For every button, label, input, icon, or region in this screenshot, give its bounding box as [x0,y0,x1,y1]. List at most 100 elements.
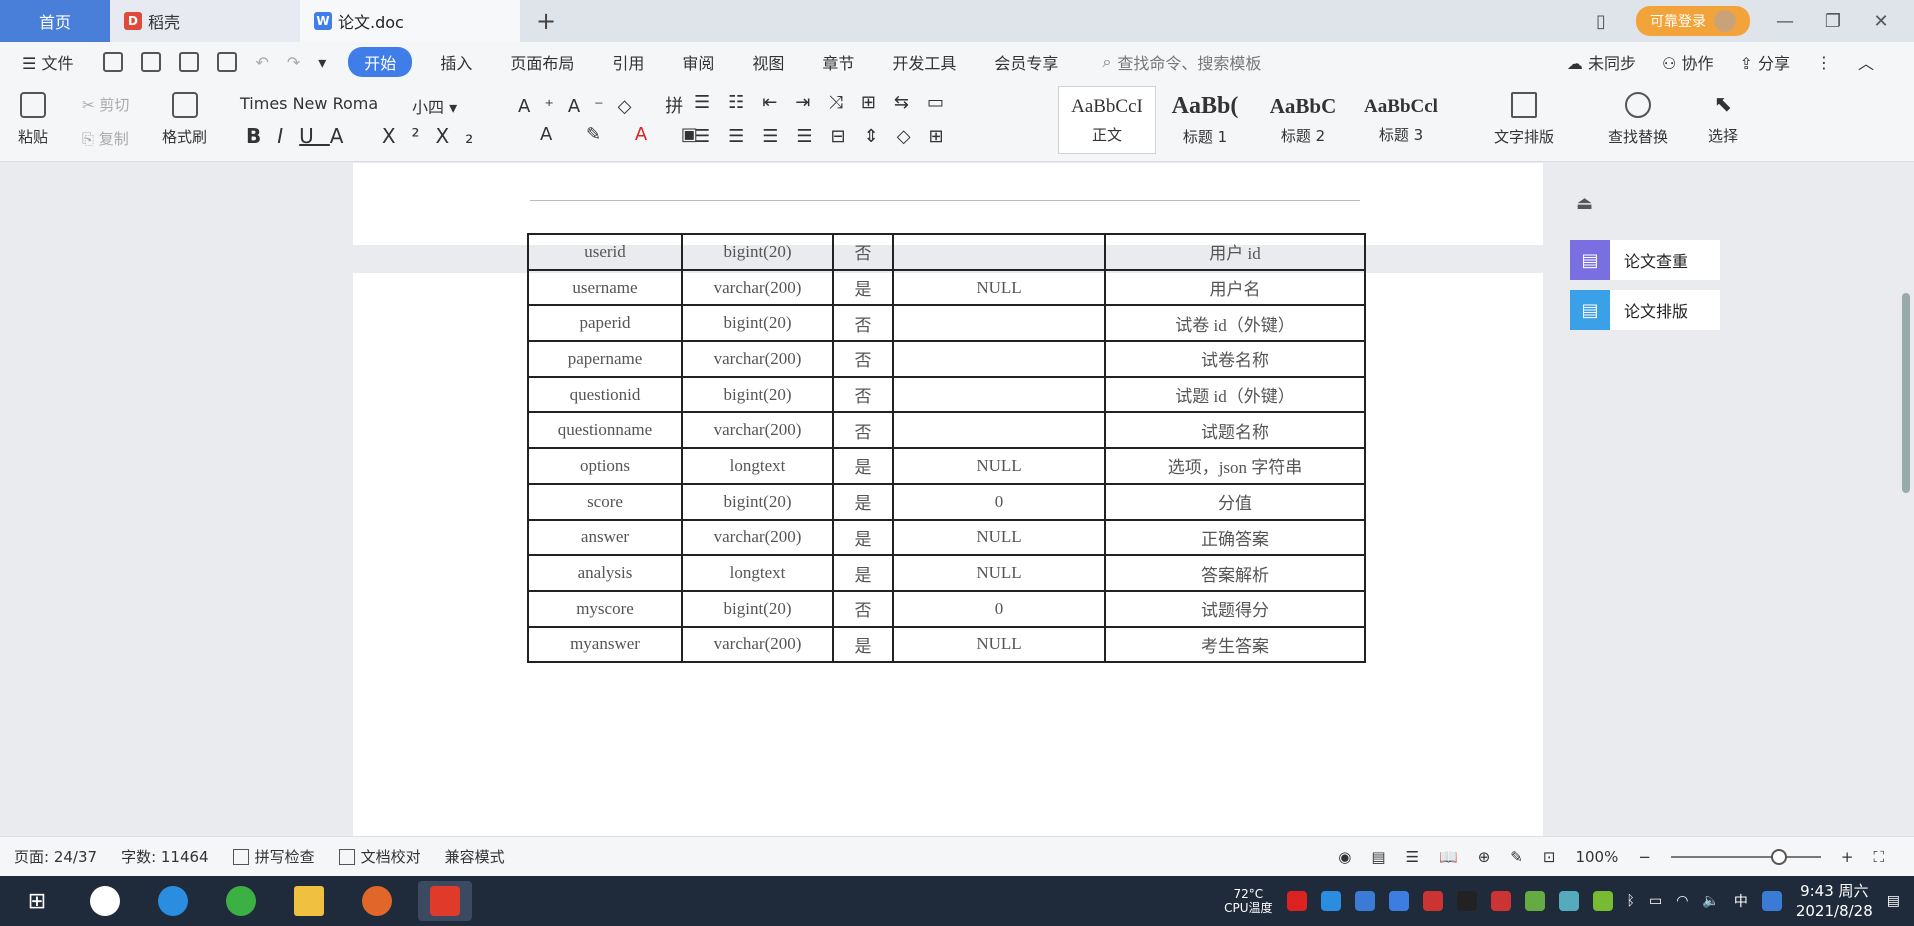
tray-app-icon[interactable] [1558,891,1579,911]
qq-icon[interactable] [1422,891,1443,911]
table-cell[interactable]: 否 [832,411,894,450]
table-cell[interactable]: 否 [832,233,894,271]
table-cell[interactable]: 是 [832,518,894,557]
fullscreen-icon[interactable]: ⛶ [1873,848,1884,866]
taskbar-wps[interactable] [418,881,472,921]
thesis-layout-button[interactable]: ▤ 论文排版 [1570,290,1720,330]
style-heading-2[interactable]: AaBbC 标题 2 [1254,86,1352,154]
font-name-select[interactable]: Times New Roma [240,94,378,113]
table-cell[interactable]: bigint(20) [681,375,834,414]
tray-app-icon[interactable] [1320,891,1341,911]
table-cell[interactable]: papername [527,340,683,378]
zoom-out-icon[interactable]: − [1638,848,1651,866]
table-cell[interactable]: questionname [527,411,683,450]
table-cell[interactable]: 答案解析 [1104,554,1366,592]
list-tools[interactable]: ☰☷⇤⇥⤨⊞⇆▭ [694,92,962,113]
ime-indicator[interactable]: 中 [1734,891,1748,911]
table-cell[interactable]: answer [527,518,683,557]
wifi-icon[interactable]: ◠ [1676,893,1688,909]
share-button[interactable]: ⇪ 分享 [1739,50,1790,74]
save-icon[interactable] [103,52,124,72]
thesis-check-button[interactable]: ▤ 论文查重 [1570,240,1720,280]
eye-icon[interactable]: ◉ [1338,848,1351,866]
taskbar-app-2[interactable] [214,881,268,921]
table-cell[interactable]: varchar(200) [681,268,834,307]
table-cell[interactable]: 选项，json 字符串 [1104,447,1366,485]
table-cell[interactable]: bigint(20) [681,482,834,521]
table-cell[interactable]: 否 [832,375,894,414]
print-icon[interactable] [179,52,200,72]
zoom-knob[interactable] [1770,849,1787,865]
table-cell[interactable]: 试题 id（外键） [1104,375,1366,414]
new-tab-icon[interactable]: + [536,7,556,35]
tab-home[interactable]: 首页 [0,0,110,42]
table-cell[interactable]: 考生答案 [1104,625,1366,664]
nvidia-icon[interactable] [1592,891,1613,911]
tray-app-icon[interactable] [1524,891,1545,911]
table-cell[interactable]: 是 [832,625,894,664]
table-cell[interactable]: myanswer [527,625,683,664]
word-count[interactable]: 字数: 11464 [121,846,209,867]
table-cell[interactable]: varchar(200) [681,340,834,378]
table-cell[interactable]: 试卷 id（外键） [1104,304,1366,343]
table-cell[interactable]: varchar(200) [681,411,834,450]
vertical-scrollbar[interactable] [1902,293,1910,493]
table-cell[interactable]: 否 [832,589,894,628]
sync-status[interactable]: ☁ 未同步 [1567,50,1636,74]
table-cell[interactable]: 试题名称 [1104,411,1366,450]
more-icon[interactable]: ⋮ [1816,53,1832,72]
field-table[interactable]: userid bigint(20) 否用户 id username varchar(20… [527,233,1366,664]
taskbar-explorer[interactable] [282,881,336,921]
menu-start[interactable]: 开始 [348,47,413,77]
table-cell[interactable] [892,411,1106,450]
login-button[interactable]: 可靠登录 [1636,6,1750,36]
menu-review[interactable]: 审阅 [682,50,714,74]
menu-insert[interactable]: 插入 [440,50,472,74]
collapse-panel-icon[interactable]: ⏏ [1576,193,1593,214]
table-cell[interactable]: 正确答案 [1104,518,1366,557]
font-format-tools[interactable]: BIUA X²X₂ [246,124,489,148]
command-search[interactable]: ⌕ 查找命令、搜索模板 [1102,50,1261,74]
table-cell[interactable]: 是 [832,482,894,521]
table-cell[interactable]: userid [527,233,683,271]
cpu-temp[interactable]: 72°C CPU温度 [1224,887,1272,915]
table-cell[interactable] [892,340,1106,378]
table-cell[interactable]: 是 [832,447,894,485]
qq-icon[interactable] [1490,891,1511,911]
menu-developer[interactable]: 开发工具 [892,50,956,74]
taskbar-ie[interactable] [146,881,200,921]
table-cell[interactable]: NULL [892,268,1106,307]
layout-icon[interactable]: ▯ [1588,11,1614,32]
format-painter-button[interactable]: 格式刷 [162,92,207,147]
align-tools[interactable]: ☰☰☰☰⊟⇕◇⊞ [694,126,962,147]
table-cell[interactable] [892,304,1106,343]
file-menu[interactable]: ☰ 文件 [22,50,73,74]
collapse-ribbon-icon[interactable]: ︿ [1858,50,1874,74]
restore-icon[interactable]: ❐ [1820,11,1846,32]
volume-icon[interactable]: 🔈 [1702,893,1719,909]
table-cell[interactable] [892,375,1106,414]
print-preview-icon[interactable] [217,52,238,72]
paste-button[interactable]: 粘贴 [18,92,48,147]
table-cell[interactable]: varchar(200) [681,625,834,664]
menu-view[interactable]: 视图 [752,50,784,74]
table-cell[interactable]: username [527,268,683,307]
clock[interactable]: 9:43 周六 2021/8/28 [1796,881,1873,921]
collab-button[interactable]: ⚇ 协作 [1662,50,1713,74]
table-cell[interactable]: NULL [892,554,1106,592]
tray-app-icon[interactable] [1286,891,1307,911]
table-cell[interactable]: bigint(20) [681,233,834,271]
text-layout-button[interactable]: 文字排版 [1494,92,1554,147]
copy-button[interactable]: ⎘ 复制 [82,128,129,149]
table-cell[interactable]: 分值 [1104,482,1366,521]
table-cell[interactable]: NULL [892,447,1106,485]
table-cell[interactable]: 用户 id [1104,233,1366,271]
qq-icon[interactable] [1456,891,1477,911]
table-cell[interactable]: 试题得分 [1104,589,1366,628]
zoom-level[interactable]: 100% [1575,848,1618,866]
zoom-slider[interactable] [1670,849,1821,865]
table-cell[interactable]: 0 [892,482,1106,521]
shield-icon[interactable] [1388,891,1409,911]
table-cell[interactable]: 用户名 [1104,268,1366,307]
table-cell[interactable]: analysis [527,554,683,592]
